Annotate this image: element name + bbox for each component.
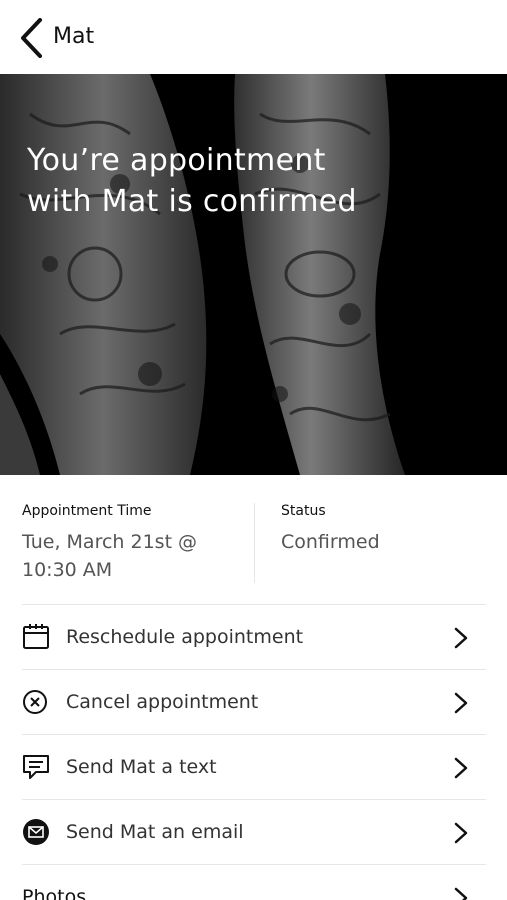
send-email-label: Send Mat an email [66, 821, 244, 843]
appointment-time-block: Appointment Time Tue, March 21st @ 10:30… [22, 503, 242, 584]
photos-label: Photos [22, 886, 87, 900]
action-list: Reschedule appointment Cancel appointmen… [22, 604, 486, 900]
chat-bubble-icon [22, 752, 52, 782]
chevron-right-icon [454, 887, 468, 900]
chevron-left-icon [21, 18, 42, 58]
appointment-time-value: Tue, March 21st @ 10:30 AM [22, 531, 198, 581]
divider [254, 503, 255, 583]
chevron-right-icon [454, 822, 468, 844]
appointment-time-label: Appointment Time [22, 503, 152, 519]
email-icon [22, 817, 52, 847]
calendar-icon [22, 622, 52, 652]
chevron-right-icon [454, 757, 468, 779]
top-bar: Mat [0, 0, 507, 74]
page-title: Mat [53, 24, 95, 49]
appointment-info: Appointment Time Tue, March 21st @ 10:30… [0, 475, 507, 605]
chevron-right-icon [454, 692, 468, 714]
photos-row[interactable]: Photos [22, 864, 486, 900]
cancel-label: Cancel appointment [66, 691, 259, 713]
send-text-row[interactable]: Send Mat a text [22, 734, 486, 799]
send-text-label: Send Mat a text [66, 756, 217, 778]
confirmation-heading: You’re appointment with Mat is confirmed [27, 143, 357, 219]
chevron-right-icon [454, 627, 468, 649]
status-block: Status Confirmed [281, 503, 481, 556]
status-value: Confirmed [281, 531, 380, 553]
back-button[interactable] [18, 18, 46, 58]
send-email-row[interactable]: Send Mat an email [22, 799, 486, 864]
status-label: Status [281, 503, 326, 519]
cancel-appointment-row[interactable]: Cancel appointment [22, 669, 486, 734]
hero-banner: You’re appointment with Mat is confirmed [0, 74, 507, 475]
tattoo-arms-image [0, 74, 507, 475]
cancel-circle-icon [22, 687, 52, 717]
reschedule-label: Reschedule appointment [66, 626, 304, 648]
reschedule-appointment-row[interactable]: Reschedule appointment [22, 604, 486, 669]
